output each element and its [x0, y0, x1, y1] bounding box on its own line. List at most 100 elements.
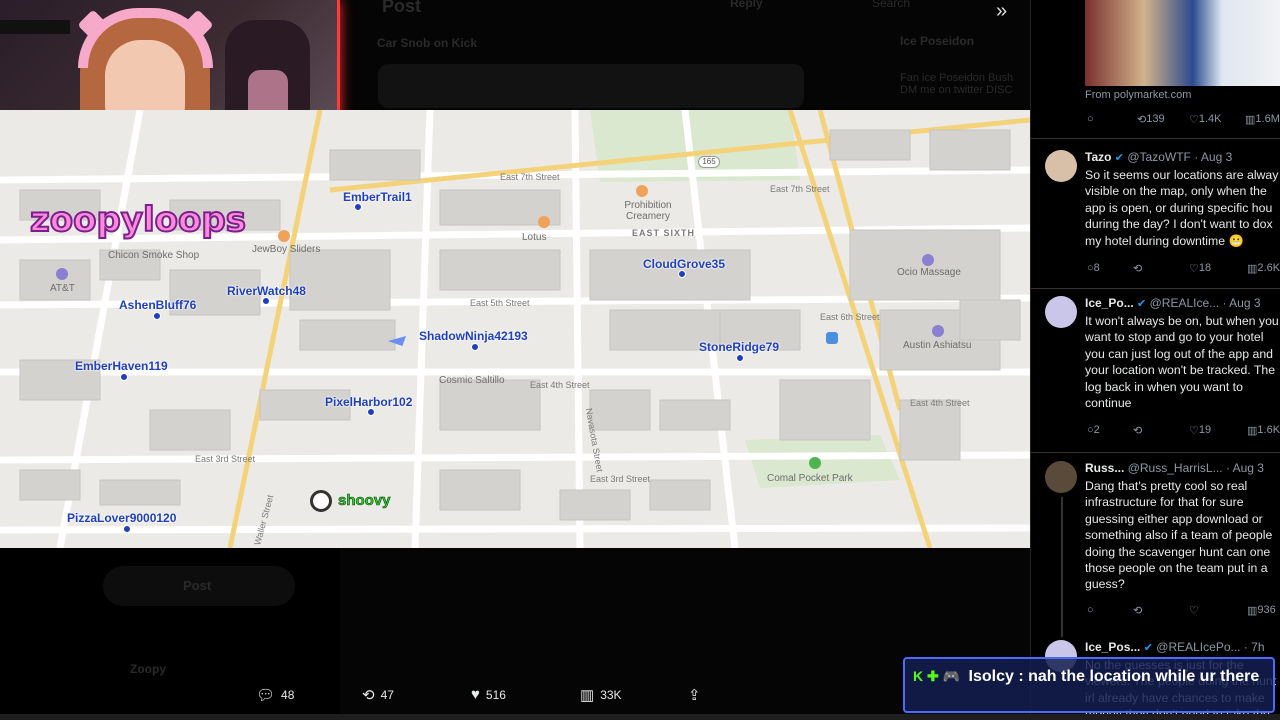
- player-label[interactable]: PizzaLover9000120: [67, 511, 176, 525]
- view-count[interactable]: ▥ 1.6M: [1245, 113, 1280, 126]
- reply-tweet[interactable]: Ice_Po... ✔ @REALIce... · Aug 3 It won't…: [1031, 296, 1280, 456]
- player-label[interactable]: StoneRidge79: [699, 340, 779, 354]
- reply-count[interactable]: ○ 8: [1087, 262, 1100, 274]
- place-pin-icon[interactable]: [56, 268, 68, 280]
- place-label: Lotus: [522, 232, 547, 243]
- player-pin[interactable]: [120, 373, 128, 381]
- player-label[interactable]: AshenBluff76: [119, 298, 196, 312]
- place-pin-icon[interactable]: [932, 325, 944, 337]
- bottom-scrollbar[interactable]: [0, 714, 1280, 720]
- heart-icon[interactable]: ♡: [1189, 604, 1199, 617]
- divider: [1031, 288, 1280, 289]
- avatar[interactable]: [1045, 150, 1077, 182]
- place-label: Austin Ashiatsu: [903, 340, 972, 351]
- reply-text: So it seems our locations are alway visi…: [1085, 168, 1279, 248]
- reply-action[interactable]: 💬︎ 48: [256, 686, 294, 704]
- headset-ear-left: [77, 9, 109, 41]
- place-label: Chicon Smoke Shop: [108, 250, 200, 261]
- avatar[interactable]: [1045, 296, 1077, 328]
- view-count[interactable]: ▥ 2.6K: [1247, 262, 1280, 275]
- player-label[interactable]: RiverWatch48: [227, 284, 306, 298]
- player-pin[interactable]: [678, 270, 686, 278]
- reply-icon[interactable]: ○: [1087, 604, 1094, 616]
- verified-badge-icon: ✔: [1114, 152, 1125, 164]
- view-count[interactable]: ▥ 1.6K: [1247, 424, 1280, 437]
- player-pin[interactable]: [367, 408, 375, 416]
- streamer-name-logo: zoopyloops: [29, 199, 247, 241]
- share-action[interactable]: ⇪: [688, 686, 701, 704]
- repost-action[interactable]: ⟲ 47: [362, 686, 394, 704]
- reply-header: Ice_Pos... ✔ @REALIcePo... · 7h: [1085, 640, 1265, 654]
- food-pin-icon[interactable]: [636, 185, 648, 197]
- like-count[interactable]: ♡ 19: [1189, 424, 1211, 437]
- link-source[interactable]: From polymarket.com: [1085, 89, 1191, 101]
- repost-count[interactable]: ⟲ 139: [1137, 113, 1165, 126]
- player-pin[interactable]: [736, 354, 744, 362]
- street-label: EAST SIXTH: [632, 228, 696, 238]
- avatar[interactable]: [1045, 461, 1077, 493]
- repost-count: 47: [380, 688, 394, 702]
- map-view[interactable]: East 7th Street East 7th Street East 5th…: [0, 110, 1030, 548]
- place-pin-icon[interactable]: [922, 254, 934, 266]
- view-count[interactable]: ▥ 936: [1247, 604, 1276, 617]
- cat-ear-headset: [77, 8, 214, 68]
- like-count[interactable]: ♡ 18: [1189, 262, 1211, 275]
- reply-header: Reply: [730, 0, 763, 10]
- player-label[interactable]: CloudGrove35: [643, 257, 725, 271]
- player-pin[interactable]: [153, 312, 161, 320]
- street-label: East 7th Street: [500, 172, 560, 182]
- reply-header: Russ... @Russ_HarrisL... · Aug 3: [1085, 461, 1264, 475]
- street-label: East 4th Street: [910, 398, 970, 408]
- place-label: JewBoy Sliders: [252, 244, 321, 255]
- route-shield: 165: [698, 156, 720, 168]
- reply-stats: ○ 2 ⟲ ♡ 19 ▥ 1.6K: [1085, 424, 1280, 440]
- food-pin-icon[interactable]: [278, 230, 290, 242]
- like-count: 516: [485, 687, 506, 702]
- views-action[interactable]: ▥ 33K: [580, 686, 622, 704]
- player-label[interactable]: PixelHarbor102: [325, 395, 412, 409]
- reply-header: Tazo ✔ @TazoWTF · Aug 3: [1085, 150, 1233, 164]
- reply-count[interactable]: ○ 2: [1087, 424, 1100, 436]
- park-pin-icon[interactable]: [809, 457, 821, 469]
- place-label: Ocio Massage: [897, 267, 961, 278]
- promoted-image[interactable]: [1085, 0, 1280, 86]
- bar-chart-icon: ▥: [580, 687, 595, 704]
- street-label: East 5th Street: [470, 298, 530, 308]
- repost-icon[interactable]: ⟲: [1133, 604, 1142, 617]
- like-action[interactable]: ♥ 516: [471, 686, 506, 703]
- reply-tweet[interactable]: Russ... @Russ_HarrisL... · Aug 3 Dang th…: [1031, 461, 1280, 637]
- post-media-ghost: [378, 64, 804, 108]
- chat-message-overlay: K ✚ 🎮 Isolcy : nah the location while ur…: [903, 657, 1275, 713]
- post-button[interactable]: Post: [103, 566, 295, 606]
- reply-icon[interactable]: ○: [1087, 113, 1094, 125]
- player-pin[interactable]: [123, 525, 131, 533]
- player-label[interactable]: EmberTrail1: [343, 190, 412, 204]
- self-location-marker[interactable]: [310, 490, 332, 512]
- player-label[interactable]: EmberHaven119: [75, 359, 168, 373]
- side-user-name[interactable]: Ice Poseidon: [900, 34, 974, 48]
- chat-username: Isolcy: [968, 668, 1014, 685]
- player-label[interactable]: ShadowNinja42193: [419, 329, 528, 343]
- double-chevron-right-icon[interactable]: »: [996, 0, 1007, 23]
- like-count[interactable]: ♡ 1.4K: [1189, 113, 1222, 126]
- reply-icon: 💬︎: [256, 687, 276, 704]
- place-label: Cosmic Saltillo: [439, 375, 505, 386]
- place-label: Comal Pocket Park: [767, 473, 853, 484]
- side-user-bio: Fan ice Poseidon Bush DM me on twitter D…: [900, 72, 1014, 96]
- reply-tweet[interactable]: Tazo ✔ @TazoWTF · Aug 3 So it seems our …: [1031, 150, 1280, 290]
- microphone: [0, 20, 70, 34]
- player-pin[interactable]: [262, 297, 270, 305]
- bus-stop-icon[interactable]: [826, 332, 838, 344]
- search-field-ghost[interactable]: Search: [872, 0, 910, 10]
- repost-icon: ⟲: [362, 687, 375, 704]
- repost-icon[interactable]: ⟲: [1133, 262, 1142, 275]
- reply-stats: ○ 8 ⟲ ♡ 18 ▥ 2.6K: [1085, 262, 1280, 278]
- player-pin[interactable]: [471, 343, 479, 351]
- player-pin[interactable]: [354, 203, 362, 211]
- post-button-label: Post: [183, 578, 212, 593]
- footer-user[interactable]: Zoopy: [130, 662, 166, 676]
- divider: [1031, 452, 1280, 453]
- repost-icon[interactable]: ⟲: [1133, 424, 1142, 437]
- food-pin-icon[interactable]: [538, 216, 550, 228]
- post-caption: Car Snob on Kick: [377, 36, 478, 50]
